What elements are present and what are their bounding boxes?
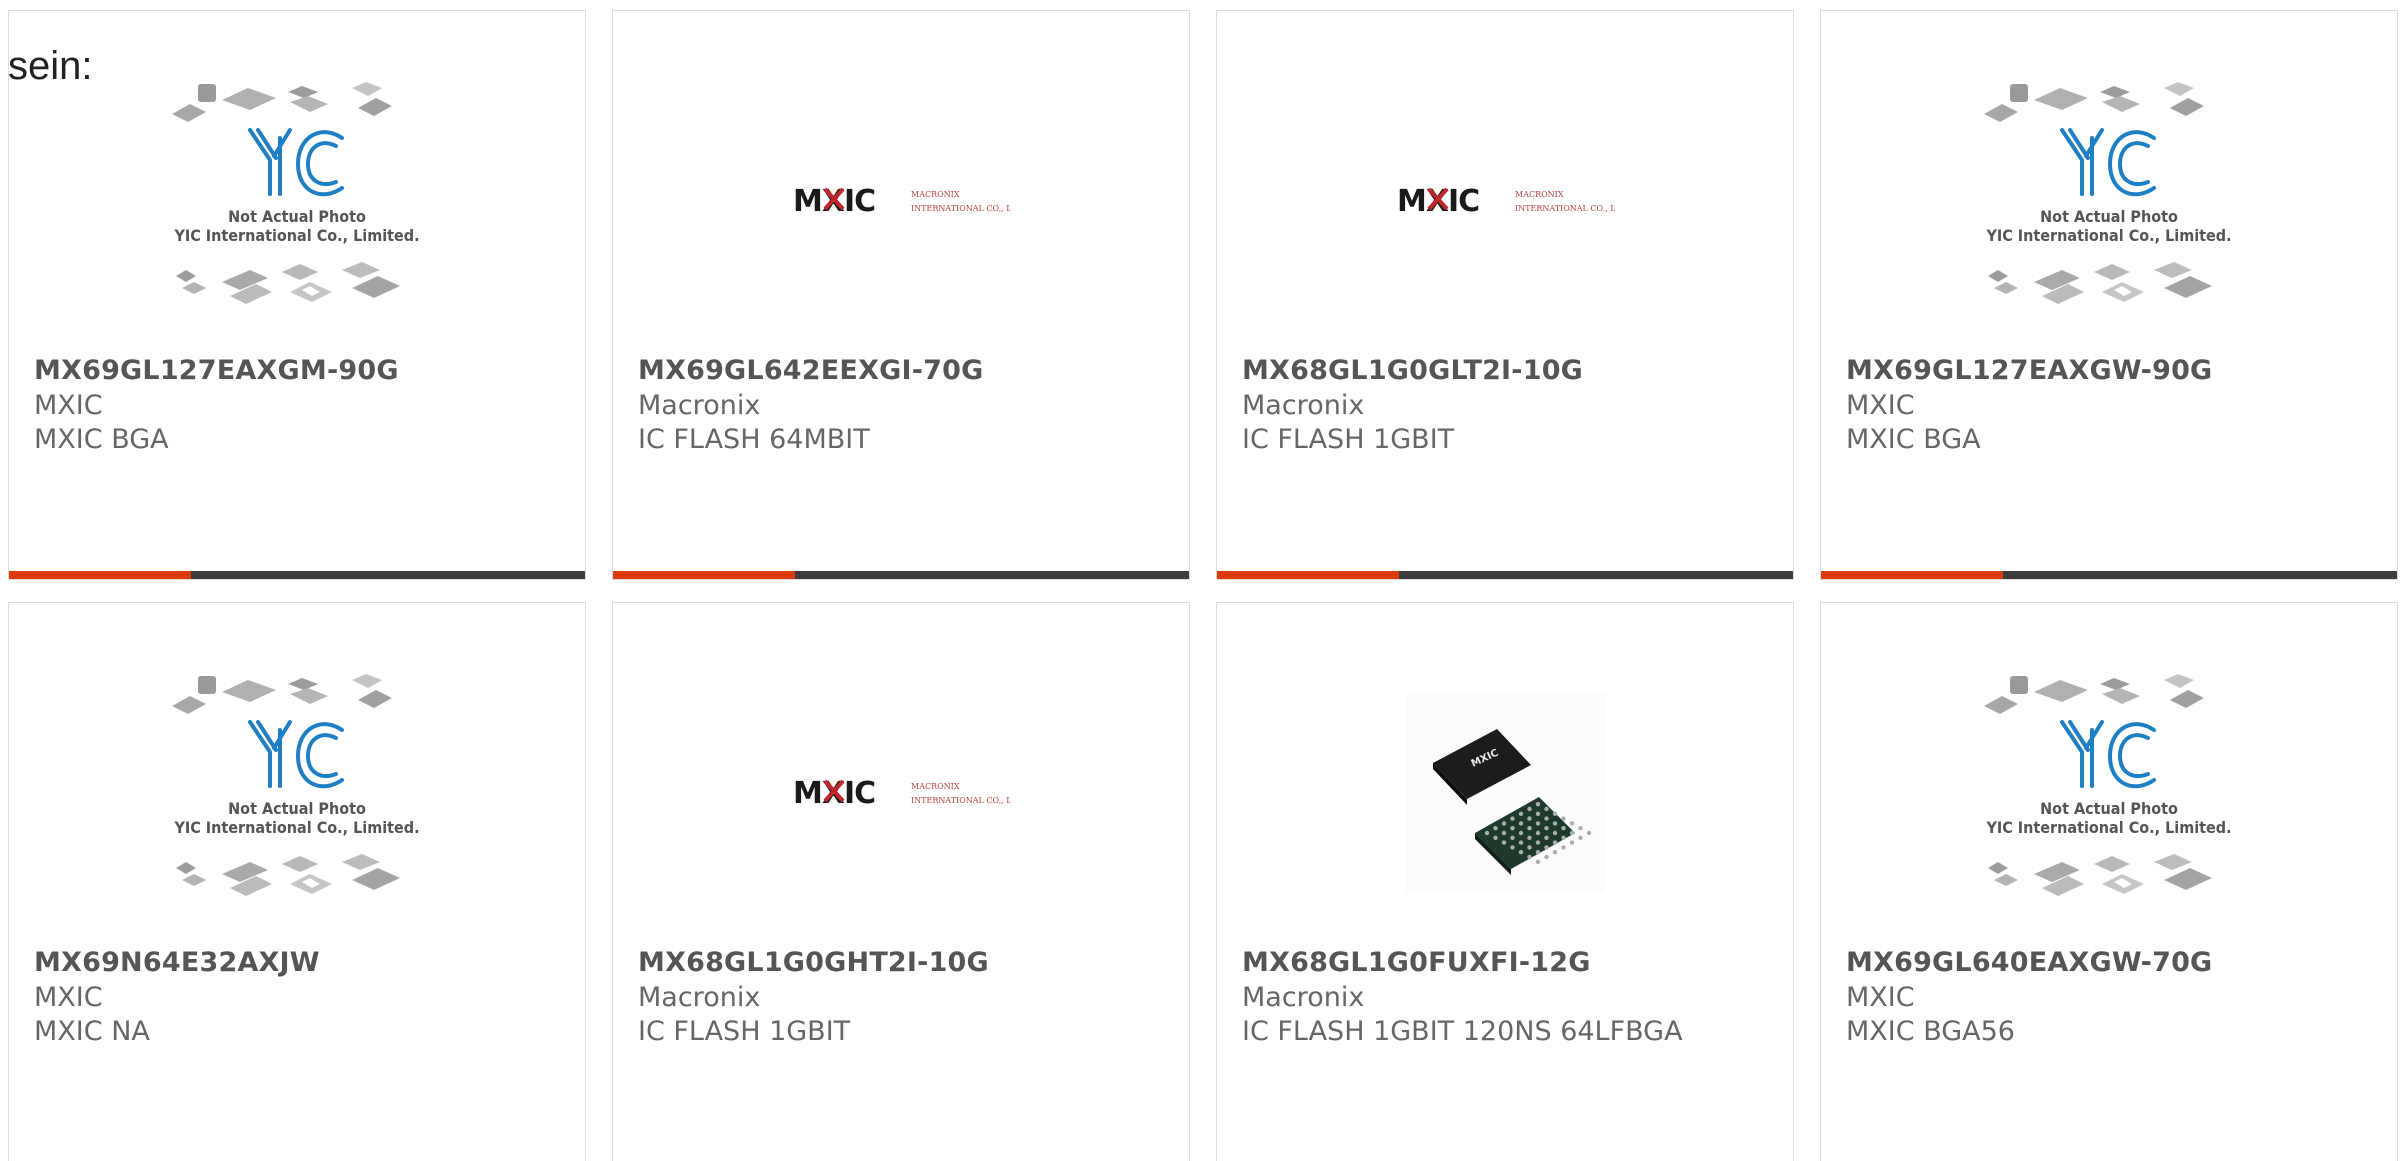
part-number-link[interactable]: MX69GL640EAXGW-70G (1846, 945, 2377, 981)
svg-text:Not Actual Photo: Not Actual Photo (2040, 799, 2178, 818)
yic-placeholder-image: Not Actual Photo YIC International Co., … (172, 82, 420, 304)
card-bar-accent (1821, 571, 2003, 579)
manufacturer-name: Macronix (638, 982, 761, 1013)
chip-photo-image: MXIC (1405, 693, 1605, 893)
product-description: MXIC BGA (34, 424, 169, 455)
svg-text:MACRONIX: MACRONIX (911, 190, 960, 199)
svg-text:YIC International Co., Limited: YIC International Co., Limited. (173, 818, 419, 837)
product-thumbnail[interactable]: Not Actual Photo YIC International Co., … (1821, 643, 2397, 943)
product-info: MX69GL640EAXGW-70G MXIC MXIC BGA56 (1846, 945, 2377, 1049)
product-thumbnail[interactable]: Not Actual Photo YIC International Co., … (9, 643, 585, 943)
manufacturer-name: Macronix (1242, 390, 1365, 421)
product-info: MX69N64E32AXJW MXIC MXIC NA (34, 945, 565, 1049)
part-number-link[interactable]: MX68GL1G0FUXFI-12G (1242, 945, 1773, 981)
product-info: MX69GL127EAXGM-90G MXIC MXIC BGA (34, 353, 565, 457)
card-bottom-bar (1821, 571, 2397, 579)
svg-text:MACRONIX: MACRONIX (1515, 190, 1564, 199)
svg-text:INTERNATIONAL CO., LTD.: INTERNATIONAL CO., LTD. (911, 204, 1011, 213)
manufacturer-name: MXIC (1846, 982, 1915, 1013)
svg-text:Not Actual Photo: Not Actual Photo (228, 207, 366, 226)
yic-placeholder-image: Not Actual Photo YIC International Co., … (172, 674, 420, 896)
manufacturer-name: Macronix (638, 390, 761, 421)
yic-placeholder-image: Not Actual Photo YIC International Co., … (1984, 674, 2232, 896)
card-bar-accent (613, 571, 795, 579)
product-info: MX69GL127EAXGW-90G MXIC MXIC BGA (1846, 353, 2377, 457)
product-thumbnail[interactable]: Not Actual Photo YIC International Co., … (1821, 51, 2397, 351)
card-bar-accent (9, 571, 191, 579)
product-card[interactable]: Not Actual Photo YIC International Co., … (1820, 602, 2398, 1161)
part-number-link[interactable]: MX68GL1G0GLT2I-10G (1242, 353, 1773, 389)
part-number-link[interactable]: MX69N64E32AXJW (34, 945, 565, 981)
svg-text:YIC International Co., Limited: YIC International Co., Limited. (1985, 818, 2231, 837)
svg-text:Not Actual Photo: Not Actual Photo (2040, 207, 2178, 226)
product-description: IC FLASH 64MBIT (638, 424, 870, 455)
lead-text: sein: (8, 44, 93, 88)
product-description: IC FLASH 1GBIT (638, 1016, 851, 1047)
card-bottom-bar (613, 571, 1189, 579)
mxic-logo-image: MXIC MACRONIX INTERNATIONAL CO., LTD. (1397, 184, 1615, 219)
product-description: MXIC BGA56 (1846, 1016, 2015, 1047)
product-info: MX69GL642EEXGI-70G Macronix IC FLASH 64MBI… (638, 353, 1169, 457)
product-grid: Not Actual Photo YIC International Co., … (8, 10, 2400, 1161)
product-listing-page: sein: Not Actual Photo YIC International… (0, 0, 2400, 1161)
card-bar-accent (1217, 571, 1399, 579)
mxic-logo-image: MXIC MACRONIX INTERNATIONAL CO., LTD. (793, 184, 1011, 219)
manufacturer-name: MXIC (34, 390, 103, 421)
svg-text:INTERNATIONAL CO., LTD.: INTERNATIONAL CO., LTD. (911, 796, 1011, 805)
manufacturer-name: Macronix (1242, 982, 1365, 1013)
product-description: MXIC NA (34, 1016, 150, 1047)
product-card[interactable]: MXIC MACRONIX INTERNATIONAL CO., LTD. MX… (612, 10, 1190, 580)
yic-placeholder-image: Not Actual Photo YIC International Co., … (1984, 82, 2232, 304)
svg-text:YIC International Co., Limited: YIC International Co., Limited. (1985, 226, 2231, 245)
part-number-link[interactable]: MX69GL127EAXGM-90G (34, 353, 565, 389)
mxic-logo-image: MXIC MACRONIX INTERNATIONAL CO., LTD. (793, 776, 1011, 811)
product-thumbnail[interactable]: Not Actual Photo YIC International Co., … (9, 51, 585, 351)
product-card[interactable]: MXIC MACRONIX INTERNATIONAL CO., LTD. MX… (1216, 10, 1794, 580)
card-bottom-bar (1217, 571, 1793, 579)
part-number-link[interactable]: MX69GL642EEXGI-70G (638, 353, 1169, 389)
product-card[interactable]: Not Actual Photo YIC International Co., … (1820, 10, 2398, 580)
product-card[interactable]: MXIC MX68GL1G0FUXFI-12G Macronix IC FLASH … (1216, 602, 1794, 1161)
product-card[interactable]: MXIC MACRONIX INTERNATIONAL CO., LTD. MX… (612, 602, 1190, 1161)
product-card[interactable]: Not Actual Photo YIC International Co., … (8, 10, 586, 580)
product-thumbnail[interactable]: MXIC (1217, 643, 1793, 943)
product-info: MX68GL1G0FUXFI-12G Macronix IC FLASH 1GBIT… (1242, 945, 1773, 1049)
svg-text:INTERNATIONAL CO., LTD.: INTERNATIONAL CO., LTD. (1515, 204, 1615, 213)
product-description: IC FLASH 1GBIT (1242, 424, 1455, 455)
product-info: MX68GL1G0GLT2I-10G Macronix IC FLASH 1GBIT (1242, 353, 1773, 457)
product-thumbnail[interactable]: MXIC MACRONIX INTERNATIONAL CO., LTD. (613, 643, 1189, 943)
manufacturer-name: MXIC (1846, 390, 1915, 421)
product-info: MX68GL1G0GHT2I-10G Macronix IC FLASH 1GBIT (638, 945, 1169, 1049)
svg-text:MACRONIX: MACRONIX (911, 782, 960, 791)
product-thumbnail[interactable]: MXIC MACRONIX INTERNATIONAL CO., LTD. (1217, 51, 1793, 351)
svg-text:YIC International Co., Limited: YIC International Co., Limited. (173, 226, 419, 245)
product-description: MXIC BGA (1846, 424, 1981, 455)
card-bottom-bar (9, 571, 585, 579)
product-description: IC FLASH 1GBIT 120NS 64LFBGA (1242, 1016, 1683, 1047)
part-number-link[interactable]: MX68GL1G0GHT2I-10G (638, 945, 1169, 981)
product-thumbnail[interactable]: MXIC MACRONIX INTERNATIONAL CO., LTD. (613, 51, 1189, 351)
product-card[interactable]: Not Actual Photo YIC International Co., … (8, 602, 586, 1161)
part-number-link[interactable]: MX69GL127EAXGW-90G (1846, 353, 2377, 389)
manufacturer-name: MXIC (34, 982, 103, 1013)
svg-text:Not Actual Photo: Not Actual Photo (228, 799, 366, 818)
